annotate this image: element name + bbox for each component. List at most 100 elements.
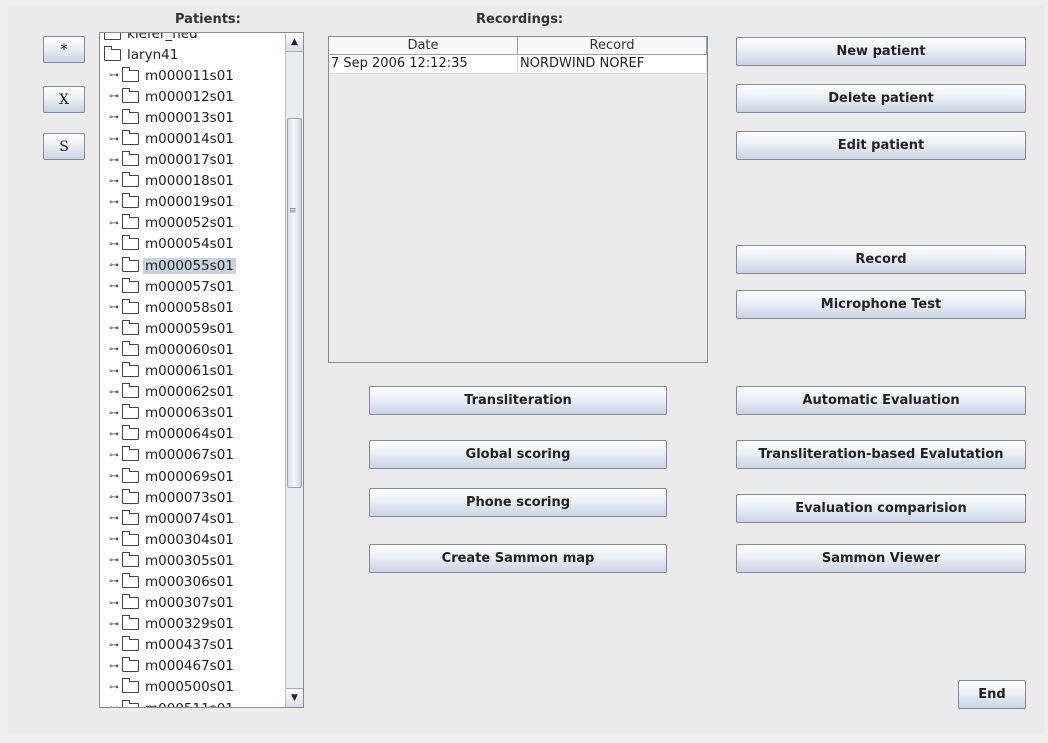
tree-handle-icon[interactable]: ⊶ [106, 281, 122, 292]
tree-item[interactable]: ⊶ m000304s01 [100, 529, 285, 550]
folder-icon [122, 66, 139, 82]
tree-item[interactable]: ⊶ m000060s01 [100, 339, 285, 360]
tree-item[interactable]: ⊶ m000017s01 [100, 150, 285, 171]
global-scoring-button[interactable]: Global scoring [369, 440, 667, 469]
tree-handle-icon[interactable]: ⊶ [106, 197, 122, 208]
up-arrow-icon[interactable]: ▲ [286, 33, 303, 52]
tree-item[interactable]: ⊶ m000064s01 [100, 424, 285, 445]
tree-item[interactable]: ⊶ m000305s01 [100, 550, 285, 571]
recordings-table[interactable]: Date Record 7 Sep 2006 12:12:35 NORDWIND… [328, 36, 708, 363]
tree-handle-icon[interactable]: ⊶ [106, 661, 122, 672]
tree-handle-icon[interactable]: ⊶ [106, 619, 122, 630]
tree-item[interactable]: ⊶ m000500s01 [100, 677, 285, 698]
microphone-test-button[interactable]: Microphone Test [736, 290, 1026, 319]
tree-item[interactable]: ⊶ m000019s01 [100, 192, 285, 213]
transliteration-based-evaluation-button[interactable]: Transliteration-based Evalutation [736, 440, 1026, 469]
column-date[interactable]: Date [329, 37, 518, 54]
tree-handle-icon[interactable]: ⊶ [106, 91, 122, 102]
tree-handle-icon[interactable]: ⊶ [106, 429, 122, 440]
tree-item[interactable]: ⊶ m000074s01 [100, 508, 285, 529]
tree-handle-icon[interactable]: ⊶ [106, 176, 122, 187]
new-patient-button[interactable]: New patient [736, 37, 1026, 66]
tree-handle-icon[interactable]: ⊶ [106, 302, 122, 313]
tree-item[interactable]: ⊶ m000062s01 [100, 382, 285, 403]
tree-item[interactable]: ⊶ m000073s01 [100, 487, 285, 508]
tree-item[interactable]: ⊶ m000511s01 [100, 698, 285, 707]
tree-item[interactable]: ⊶ m000055s01 [100, 255, 285, 276]
tree-item[interactable]: ⊶ m000437s01 [100, 635, 285, 656]
tree-item[interactable]: ⊶ m000329s01 [100, 614, 285, 635]
tree-item[interactable]: ⊶ m000467s01 [100, 656, 285, 677]
tree-handle-icon[interactable]: ⊶ [106, 408, 122, 419]
delete-patient-button[interactable]: Delete patient [736, 84, 1026, 113]
down-arrow-icon[interactable]: ▼ [286, 688, 303, 707]
tree-handle-icon[interactable]: ⊶ [106, 112, 122, 123]
transliteration-button[interactable]: Transliteration [369, 386, 667, 415]
tree-root-row[interactable]: laryn41 [100, 44, 285, 65]
tree-scrollbar[interactable]: ▲ ≡ ▼ [285, 33, 303, 707]
tree-handle-icon[interactable]: ⊶ [106, 513, 122, 524]
tree-item[interactable]: ⊶ m000063s01 [100, 403, 285, 424]
end-button[interactable]: End [958, 680, 1026, 709]
folder-icon [122, 404, 139, 420]
sammon-viewer-button[interactable]: Sammon Viewer [736, 544, 1026, 573]
automatic-evaluation-button[interactable]: Automatic Evaluation [736, 386, 1026, 415]
delete-patient-shortcut-button[interactable]: X [43, 86, 85, 113]
tree-handle-icon[interactable]: ⊶ [106, 492, 122, 503]
tree-row-partial[interactable]: kiefer_ned [100, 33, 285, 44]
tree-item-label: m000305s01 [145, 552, 234, 569]
tree-handle-icon[interactable]: ⊶ [106, 344, 122, 355]
tree-handle-icon[interactable]: ⊶ [106, 260, 122, 271]
table-row[interactable]: 7 Sep 2006 12:12:35 NORDWIND NOREF [329, 55, 707, 74]
create-sammon-map-button[interactable]: Create Sammon map [369, 544, 667, 573]
phone-scoring-button[interactable]: Phone scoring [369, 488, 667, 517]
column-record[interactable]: Record [518, 37, 707, 54]
save-shortcut-button[interactable]: S [43, 133, 85, 160]
tree-handle-icon[interactable]: ⊶ [106, 155, 122, 166]
tree-handle-icon[interactable]: ⊶ [106, 682, 122, 693]
tree-handle-icon[interactable]: ⊶ [106, 70, 122, 81]
folder-icon [122, 383, 139, 399]
tree-item[interactable]: ⊶ m000061s01 [100, 361, 285, 382]
add-patient-shortcut-button[interactable]: * [43, 36, 85, 63]
edit-patient-button[interactable]: Edit patient [736, 131, 1026, 160]
tree-item[interactable]: ⊶ m000014s01 [100, 128, 285, 149]
tree-handle-icon[interactable]: ⊶ [106, 134, 122, 145]
tree-item[interactable]: ⊶ m000054s01 [100, 234, 285, 255]
patient-tree[interactable]: kiefer_ned laryn41 ⊶ m000011s01 ⊶ m000012s0… [99, 32, 304, 708]
patient-tree-list: kiefer_ned laryn41 ⊶ m000011s01 ⊶ m000012s0… [100, 33, 285, 707]
tree-handle-icon[interactable]: ⊶ [106, 239, 122, 250]
tree-handle-icon[interactable]: ⊶ [106, 640, 122, 651]
tree-item[interactable]: ⊶ m000307s01 [100, 593, 285, 614]
tree-handle-icon[interactable]: ⊶ [106, 534, 122, 545]
tree-item[interactable]: ⊶ m000018s01 [100, 171, 285, 192]
tree-item[interactable]: ⊶ m000067s01 [100, 445, 285, 466]
tree-item[interactable]: ⊶ m000069s01 [100, 466, 285, 487]
tree-item[interactable]: ⊶ m000052s01 [100, 213, 285, 234]
tree-handle-icon[interactable]: ⊶ [106, 703, 122, 707]
tree-handle-icon[interactable]: ⊶ [106, 218, 122, 229]
scrollbar-thumb[interactable] [287, 118, 302, 488]
folder-icon [122, 87, 139, 103]
tree-handle-icon[interactable]: ⊶ [106, 366, 122, 377]
tree-handle-icon[interactable]: ⊶ [106, 598, 122, 609]
tree-item[interactable]: ⊶ m000012s01 [100, 86, 285, 107]
folder-icon [104, 33, 121, 40]
tree-item[interactable]: ⊶ m000011s01 [100, 65, 285, 86]
tree-handle-icon[interactable]: ⊶ [106, 576, 122, 587]
tree-item[interactable]: ⊶ m000013s01 [100, 107, 285, 128]
folder-icon [122, 446, 139, 462]
tree-item[interactable]: ⊶ m000057s01 [100, 276, 285, 297]
tree-handle-icon[interactable]: ⊶ [106, 323, 122, 334]
tree-item[interactable]: ⊶ m000059s01 [100, 318, 285, 339]
record-button[interactable]: Record [736, 245, 1026, 274]
tree-item-label: m000014s01 [145, 131, 234, 148]
tree-item[interactable]: ⊶ m000058s01 [100, 297, 285, 318]
tree-handle-icon[interactable]: ⊶ [106, 555, 122, 566]
tree-handle-icon[interactable]: ⊶ [106, 450, 122, 461]
tree-item-label: m000054s01 [145, 236, 234, 253]
evaluation-comparision-button[interactable]: Evaluation comparision [736, 494, 1026, 523]
tree-handle-icon[interactable]: ⊶ [106, 471, 122, 482]
tree-item[interactable]: ⊶ m000306s01 [100, 571, 285, 592]
tree-handle-icon[interactable]: ⊶ [106, 387, 122, 398]
